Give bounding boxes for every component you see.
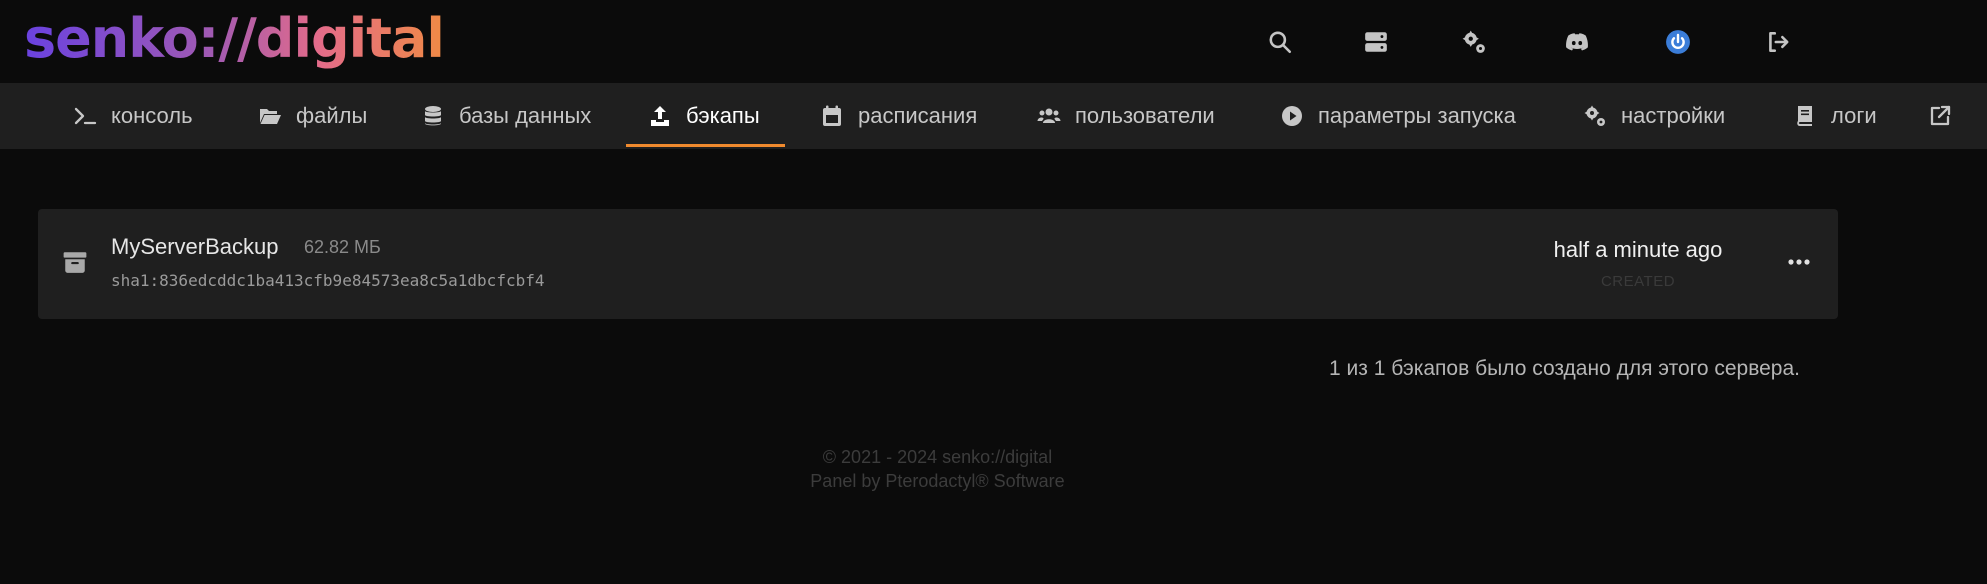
footer-panel-credit[interactable]: Panel by Pterodactyl® Software: [700, 469, 1175, 493]
servers-icon[interactable]: [1356, 24, 1396, 60]
users-icon: [1037, 108, 1061, 123]
tab-label: пользователи: [1075, 103, 1215, 128]
tab-startup[interactable]: параметры запуска: [1280, 83, 1516, 149]
footer-copyright: © 2021 - 2024 senko://digital: [822, 447, 1053, 467]
tab-backups[interactable]: бэкапы: [648, 83, 760, 149]
server-tab-nav: консоль файлы базы данных бэкапы расписа…: [0, 83, 1987, 149]
backup-row[interactable]: MyServerBackup 62.82 МБ sha1:836edcddc1b…: [38, 209, 1838, 319]
backup-name[interactable]: MyServerBackup: [111, 234, 279, 260]
active-tab-indicator: [626, 144, 785, 147]
tab-users[interactable]: пользователи: [1037, 83, 1215, 149]
tab-files[interactable]: файлы: [258, 83, 367, 149]
more-horizontal-icon: [1788, 259, 1810, 265]
tab-label: расписания: [858, 103, 978, 128]
database-icon: [425, 106, 441, 126]
tab-label: базы данных: [459, 103, 592, 128]
backup-count-text: 1 из 1 бэкапов было создано для этого се…: [1328, 357, 1800, 380]
backup-created-label: CREATED: [1600, 273, 1676, 290]
brand-logo[interactable]: senko://digital: [24, 6, 445, 72]
archive-icon: [63, 252, 87, 273]
tab-label: логи: [1831, 103, 1877, 128]
search-icon[interactable]: [1260, 24, 1300, 60]
external-link-button[interactable]: [1928, 83, 1966, 149]
discord-icon[interactable]: [1557, 24, 1597, 60]
tab-label: бэкапы: [686, 103, 760, 128]
page-footer: © 2021 - 2024 senko://digital Panel by P…: [700, 445, 1175, 493]
tab-schedules[interactable]: расписания: [820, 83, 977, 149]
folder-open-icon: [260, 109, 281, 124]
upload-icon: [651, 106, 669, 126]
terminal-icon: [74, 107, 97, 125]
backup-options-button[interactable]: [1783, 247, 1815, 277]
tab-databases[interactable]: базы данных: [421, 83, 591, 149]
tab-logs[interactable]: логи: [1793, 83, 1877, 149]
tab-label: консоль: [111, 103, 193, 128]
book-icon: [1797, 106, 1812, 126]
backup-created-time: half a minute ago: [1553, 237, 1723, 262]
tab-label: настройки: [1621, 103, 1726, 128]
external-link-icon: [1930, 105, 1951, 126]
backup-size: 62.82 МБ: [304, 237, 381, 257]
top-header: senko://digital: [0, 0, 1987, 83]
logout-icon[interactable]: [1758, 24, 1798, 60]
play-circle-icon: [1282, 106, 1302, 126]
tab-console[interactable]: консоль: [73, 83, 193, 149]
tab-settings[interactable]: настройки: [1583, 83, 1725, 149]
backup-checksum: sha1:836edcddc1ba413cfb9e84573ea8c5a1dbc…: [111, 271, 545, 290]
cogs-icon: [1584, 105, 1605, 126]
calendar-icon: [823, 105, 841, 126]
admin-cogs-icon[interactable]: [1454, 24, 1494, 60]
tab-label: файлы: [296, 103, 368, 128]
power-icon[interactable]: [1658, 24, 1698, 60]
tab-label: параметры запуска: [1318, 103, 1516, 128]
